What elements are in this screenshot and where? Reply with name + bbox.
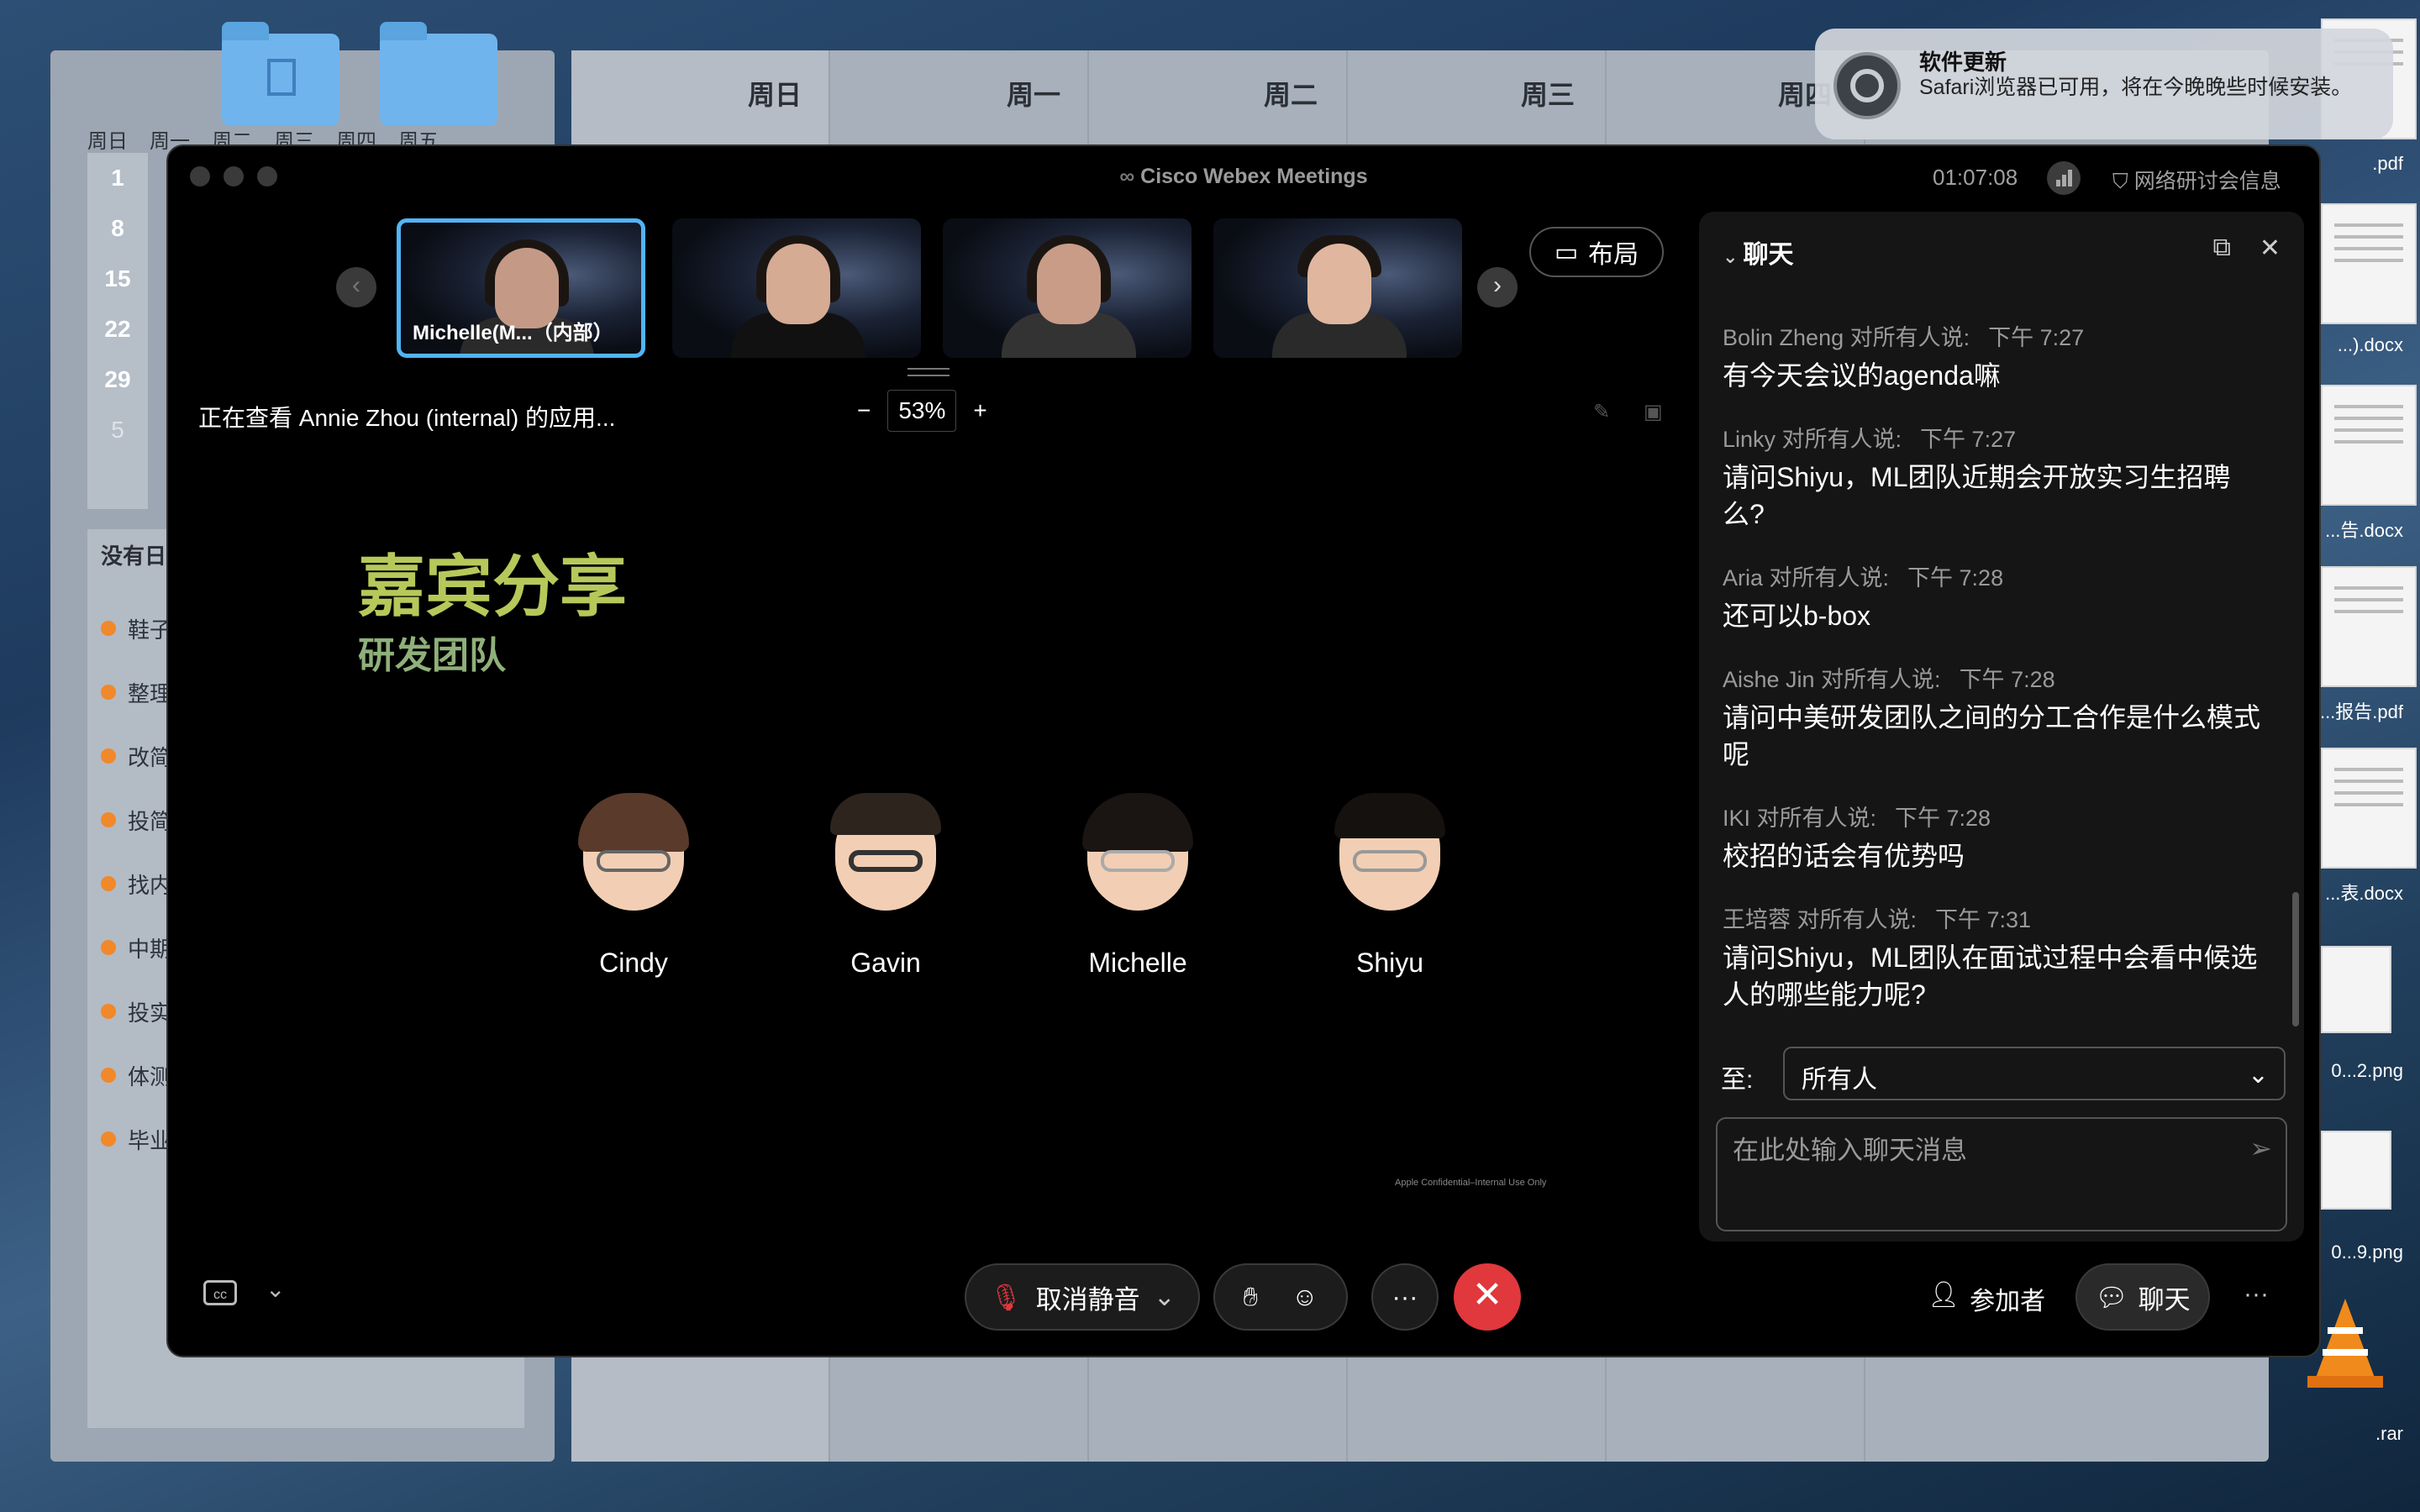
annotate-icon[interactable]: ✎ bbox=[1593, 400, 1610, 424]
desktop-document-folder-icon[interactable] bbox=[222, 22, 339, 126]
layout-icon: ▭ bbox=[1554, 238, 1579, 266]
resize-grip[interactable] bbox=[908, 368, 950, 376]
viewing-share-label: 正在查看 Annie Zhou (internal) 的应用... bbox=[198, 405, 616, 431]
webinar-info-button[interactable]: ⛉ 网络研讨会信息 bbox=[2112, 165, 2281, 195]
system-preferences-gear-icon bbox=[1833, 52, 1901, 119]
remote-control-icon[interactable]: ▣ bbox=[1644, 400, 1663, 424]
notification-body: Safari浏览器已可用，将在今晚晚些时候安装。 bbox=[1919, 76, 2353, 99]
send-icon[interactable]: ➢ bbox=[2249, 1132, 2272, 1164]
pdf-file-icon[interactable] bbox=[2321, 566, 2417, 687]
webex-window: ∞ Cisco Webex Meetings 01:07:08 ⛉ 网络研讨会信… bbox=[166, 144, 2321, 1357]
microphone-muted-icon: 🎙︎ bbox=[989, 1282, 1023, 1312]
week-header: 周一 bbox=[1007, 80, 1061, 110]
notification-title: 软件更新 bbox=[1919, 50, 2007, 75]
participant-video-thumbnail[interactable] bbox=[943, 218, 1192, 358]
chat-message: Linky 对所有人说: 下午 7:27 请问Shiyu，ML团队近期会开放实习生… bbox=[1723, 427, 2231, 529]
chevron-down-icon: ⌄ bbox=[2247, 1061, 2269, 1089]
week-header: 周三 bbox=[1521, 80, 1576, 110]
chat-input[interactable]: 在此处输入聊天消息 ➢ bbox=[1716, 1117, 2287, 1231]
memoji-michelle: Michelle bbox=[1054, 793, 1222, 979]
emoji-reaction-icon[interactable]: ☺ bbox=[1292, 1282, 1318, 1312]
zoom-out-button[interactable]: − bbox=[857, 397, 871, 424]
leave-meeting-button[interactable]: ✕ bbox=[1454, 1263, 1521, 1331]
network-signal-icon[interactable] bbox=[2047, 161, 2081, 195]
week-header: 周二 bbox=[1264, 80, 1318, 110]
zoom-level[interactable]: 53% bbox=[887, 390, 957, 432]
docx-file-icon[interactable] bbox=[2321, 203, 2417, 324]
thumbnails-prev-button[interactable]: ‹ bbox=[336, 267, 376, 307]
closed-captions-icon[interactable]: cc bbox=[203, 1280, 237, 1305]
software-update-notification[interactable]: 软件更新 Safari浏览器已可用，将在今晚晚些时候安装。 bbox=[1815, 29, 2393, 139]
slide-subtitle: 研发团队 bbox=[358, 635, 506, 676]
todo-item[interactable]: 中期 bbox=[101, 916, 171, 979]
pop-out-icon[interactable]: ⧉ bbox=[2212, 234, 2230, 263]
chat-message: Aishe Jin 对所有人说: 下午 7:28 请问中美研发团队之间的分工合作是… bbox=[1723, 667, 2261, 769]
chat-header[interactable]: ⌄ 聊天 bbox=[1723, 234, 1794, 270]
webex-logo-icon: ∞ bbox=[1119, 165, 1141, 188]
memoji-avatar bbox=[1082, 793, 1193, 911]
layout-button[interactable]: ▭ 布局 bbox=[1529, 227, 1664, 277]
memoji-shiyu: Shiyu bbox=[1306, 793, 1474, 979]
reactions-group: ✋︎ ☺ bbox=[1213, 1263, 1348, 1331]
memoji-avatar bbox=[1334, 793, 1445, 911]
todo-item[interactable]: 毕业 bbox=[101, 1107, 171, 1171]
memoji-avatar bbox=[830, 793, 941, 911]
todo-item[interactable]: 整理 bbox=[101, 660, 171, 724]
chat-panel: ⌄ 聊天 ⧉ ✕ Bolin Zheng 对所有人说: 下午 7:27 有今天会议… bbox=[1699, 212, 2304, 1242]
participant-video-thumbnail[interactable] bbox=[672, 218, 921, 358]
todo-item[interactable]: 鞋子 bbox=[101, 596, 171, 660]
person-icon: 👤︎ bbox=[1928, 1281, 1960, 1309]
unmute-button[interactable]: 🎙︎ 取消静音 ⌄ bbox=[965, 1263, 1200, 1331]
thumbnails-next-button[interactable]: › bbox=[1477, 267, 1518, 307]
chat-message: Aria 对所有人说: 下午 7:28 还可以b-box bbox=[1723, 565, 2004, 631]
more-options-button[interactable]: ··· bbox=[1371, 1263, 1439, 1331]
raise-hand-icon[interactable]: ✋︎ bbox=[1243, 1282, 1258, 1313]
todo-item[interactable]: 改简 bbox=[101, 724, 171, 788]
desktop-folder-icon[interactable] bbox=[380, 22, 497, 126]
mini-calendar-days[interactable]: 1 8 15 22 29 5 bbox=[87, 153, 148, 509]
chevron-down-icon[interactable]: ⌄ bbox=[1154, 1282, 1176, 1312]
chat-messages: Bolin Zheng 对所有人说: 下午 7:27 有今天会议的agenda嘛 … bbox=[1723, 319, 2260, 1040]
chat-message: IKI 对所有人说: 下午 7:28 校招的话会有优势吗 bbox=[1723, 806, 1991, 871]
zoom-controls: − 53% + bbox=[857, 390, 987, 432]
png-file-icon[interactable] bbox=[2321, 1131, 2391, 1210]
todo-item[interactable]: 投实 bbox=[101, 979, 171, 1043]
meeting-timer: 01:07:08 bbox=[1933, 165, 2018, 190]
close-icon: ✕ bbox=[1471, 1274, 1503, 1315]
participant-video-thumbnail[interactable] bbox=[1213, 218, 1462, 358]
slide-footer: Apple Confidential–Internal Use Only bbox=[1395, 1178, 1547, 1188]
todo-item[interactable]: 找内 bbox=[101, 852, 171, 916]
week-header: 周日 bbox=[748, 80, 802, 110]
recipient-select[interactable]: 所有人 ⌄ bbox=[1783, 1047, 2286, 1100]
memoji-gavin: Gavin bbox=[802, 793, 970, 979]
overflow-menu-button[interactable]: ··· bbox=[2244, 1280, 2269, 1309]
chat-scrollbar[interactable] bbox=[2292, 892, 2299, 1026]
close-icon[interactable]: ✕ bbox=[2260, 234, 2281, 263]
file-label: .rar bbox=[2375, 1423, 2403, 1444]
slide-title: 嘉宾分享 bbox=[358, 549, 627, 624]
chat-message: 王培蓉 对所有人说: 下午 7:31 请问Shiyu，ML团队在面试过程中会看中候… bbox=[1723, 907, 2258, 1010]
shield-icon: ⛉ bbox=[2112, 170, 2134, 193]
png-file-icon[interactable] bbox=[2321, 946, 2391, 1033]
recipient-label: 至: bbox=[1721, 1066, 1754, 1094]
zoom-in-button[interactable]: + bbox=[973, 397, 986, 424]
chevron-down-icon: ⌄ bbox=[1723, 246, 1744, 267]
todo-item[interactable]: 体测 bbox=[101, 1043, 171, 1107]
todo-title: 没有日 bbox=[101, 543, 167, 569]
captions-chevron-down-icon[interactable]: ⌄ bbox=[266, 1275, 285, 1303]
docx-file-icon[interactable] bbox=[2321, 748, 2417, 869]
chat-button[interactable]: 💬︎ 聊天 bbox=[2075, 1263, 2210, 1331]
participants-button[interactable]: 👤︎ 参加者 bbox=[1928, 1280, 2045, 1317]
chat-bubble-icon: 💬︎ bbox=[2095, 1282, 2128, 1312]
docx-file-icon[interactable] bbox=[2321, 385, 2417, 506]
memoji-cindy: Cindy bbox=[550, 793, 718, 979]
todo-item[interactable]: 投简 bbox=[101, 788, 171, 852]
participant-video-thumbnail[interactable]: Michelle(M...（内部） bbox=[397, 218, 645, 358]
memoji-avatar bbox=[578, 793, 689, 911]
chat-message: Bolin Zheng 对所有人说: 下午 7:27 有今天会议的agenda嘛 bbox=[1723, 325, 2085, 391]
